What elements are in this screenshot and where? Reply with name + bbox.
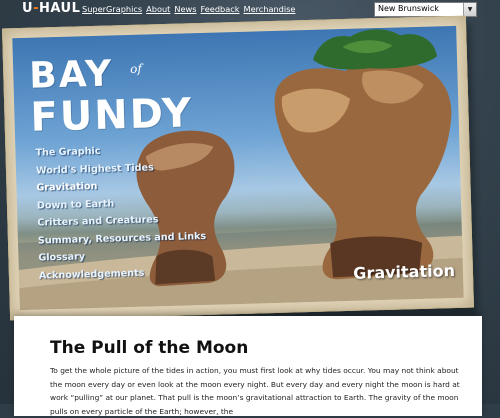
- uhaul-logo[interactable]: U-HAUL: [22, 1, 80, 16]
- article-heading: The Pull of the Moon: [50, 338, 249, 358]
- logo-text-u: U: [22, 1, 34, 16]
- article-body: To get the whole picture of the tides in…: [50, 366, 460, 416]
- nav-feedback-link[interactable]: Feedback: [201, 4, 240, 14]
- nav-about-link[interactable]: About: [146, 4, 170, 14]
- nav-merchandise-link[interactable]: Merchandise: [244, 4, 296, 14]
- title-fundy: FUNDY: [29, 90, 194, 141]
- region-select-value: New Brunswick: [378, 4, 439, 13]
- nav-news-link[interactable]: News: [174, 4, 196, 14]
- main-nav: SuperGraphics About News Feedback Mercha…: [82, 4, 295, 14]
- title-of: of: [129, 61, 143, 76]
- chevron-down-icon[interactable]: ▼: [463, 3, 476, 16]
- nav-supergraphics-link[interactable]: SuperGraphics: [82, 4, 142, 14]
- section-menu: The Graphic World's Highest Tides Gravit…: [35, 140, 207, 285]
- title-bay: BAY: [28, 53, 114, 97]
- article-panel: The Pull of the Moon To get the whole pi…: [14, 316, 482, 416]
- section-label: Gravitation: [353, 260, 456, 283]
- hopewell-rocks-photo: BAY of FUNDY The Graphic World's Highest…: [12, 25, 464, 311]
- postcard: BAY of FUNDY The Graphic World's Highest…: [2, 15, 474, 321]
- logo-text-haul: HAUL: [38, 1, 81, 16]
